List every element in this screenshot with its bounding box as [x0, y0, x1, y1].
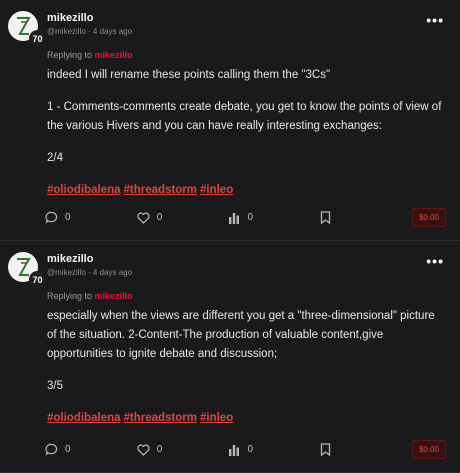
more-options-icon[interactable]: •••: [426, 12, 444, 28]
author-handle[interactable]: @mikezillo: [47, 268, 86, 277]
thread-post: 70 mikezillo @mikezillo · 4 days ago •••…: [0, 241, 460, 473]
replying-label: Replying to: [47, 50, 93, 60]
post-paragraph: 2/4: [47, 152, 63, 164]
bookmark-icon: [321, 443, 331, 456]
handle-time: @mikezillo · 4 days ago: [47, 268, 446, 277]
bar-chart-icon: [229, 444, 240, 456]
tag-link[interactable]: #threadstorm: [124, 412, 198, 424]
avatar[interactable]: 70: [8, 11, 46, 47]
bookmark-icon: [321, 211, 331, 224]
avatar[interactable]: 70: [8, 252, 46, 288]
like-count: 0: [156, 212, 163, 223]
tag-link[interactable]: #inleo: [200, 412, 233, 424]
replying-to-user[interactable]: mikezillo: [95, 291, 133, 301]
post-paragraph: especially when the views are different …: [47, 310, 435, 360]
payout-badge[interactable]: $0.00: [411, 440, 446, 459]
tag-link[interactable]: #oliodibalena: [47, 412, 121, 424]
comment-icon: [45, 443, 58, 456]
like-button[interactable]: 0: [137, 212, 229, 224]
comment-count: 0: [65, 444, 71, 455]
comment-button[interactable]: 0: [45, 211, 137, 224]
post-body: especially when the views are different …: [47, 307, 446, 428]
post-body: indeed I will rename these points callin…: [47, 66, 446, 200]
like-count: 0: [156, 444, 163, 455]
votes-count: 0: [247, 444, 254, 455]
tag-list: #oliodibalena #threadstorm #inleo: [47, 181, 446, 200]
action-bar: 0 0 0 $0.00: [45, 440, 446, 459]
heart-icon: [137, 212, 150, 224]
reputation-badge: 70: [29, 30, 46, 47]
author-meta: mikezillo @mikezillo · 4 days ago: [47, 252, 446, 277]
tag-link[interactable]: #oliodibalena: [47, 184, 121, 196]
post-time: 4 days ago: [92, 27, 133, 36]
handle-time: @mikezillo · 4 days ago: [47, 27, 446, 36]
heart-icon: [137, 444, 150, 456]
post-header: 70 mikezillo @mikezillo · 4 days ago: [8, 252, 446, 288]
replying-to: Replying to mikezillo: [47, 50, 446, 60]
author-name[interactable]: mikezillo: [47, 252, 446, 266]
post-header: 70 mikezillo @mikezillo · 4 days ago: [8, 11, 446, 47]
bookmark-button[interactable]: [320, 211, 412, 224]
author-meta: mikezillo @mikezillo · 4 days ago: [47, 11, 446, 36]
action-bar: 0 0 0 $0.00: [45, 208, 446, 227]
tag-link[interactable]: #inleo: [200, 184, 233, 196]
comment-count: 0: [65, 212, 71, 223]
replying-to: Replying to mikezillo: [47, 291, 446, 301]
comment-button[interactable]: 0: [45, 443, 137, 456]
payout-badge[interactable]: $0.00: [411, 208, 446, 227]
post-paragraph: 1 - Comments-comments create debate, you…: [47, 101, 442, 132]
replying-label: Replying to: [47, 291, 93, 301]
author-name[interactable]: mikezillo: [47, 11, 446, 25]
votes-button[interactable]: 0: [228, 444, 320, 456]
tag-link[interactable]: #threadstorm: [124, 184, 198, 196]
post-paragraph: 3/5: [47, 380, 63, 392]
votes-count: 0: [247, 212, 254, 223]
bookmark-button[interactable]: [320, 443, 412, 456]
thread-post: 70 mikezillo @mikezillo · 4 days ago •••…: [0, 0, 460, 241]
more-options-icon[interactable]: •••: [426, 253, 444, 269]
bar-chart-icon: [229, 212, 240, 224]
post-time: 4 days ago: [92, 268, 133, 277]
votes-button[interactable]: 0: [228, 212, 320, 224]
comment-icon: [45, 211, 58, 224]
reputation-badge: 70: [29, 271, 46, 288]
replying-to-user[interactable]: mikezillo: [95, 50, 133, 60]
tag-list: #oliodibalena #threadstorm #inleo: [47, 409, 446, 428]
like-button[interactable]: 0: [137, 444, 229, 456]
author-handle[interactable]: @mikezillo: [47, 27, 86, 36]
post-paragraph: indeed I will rename these points callin…: [47, 69, 331, 81]
